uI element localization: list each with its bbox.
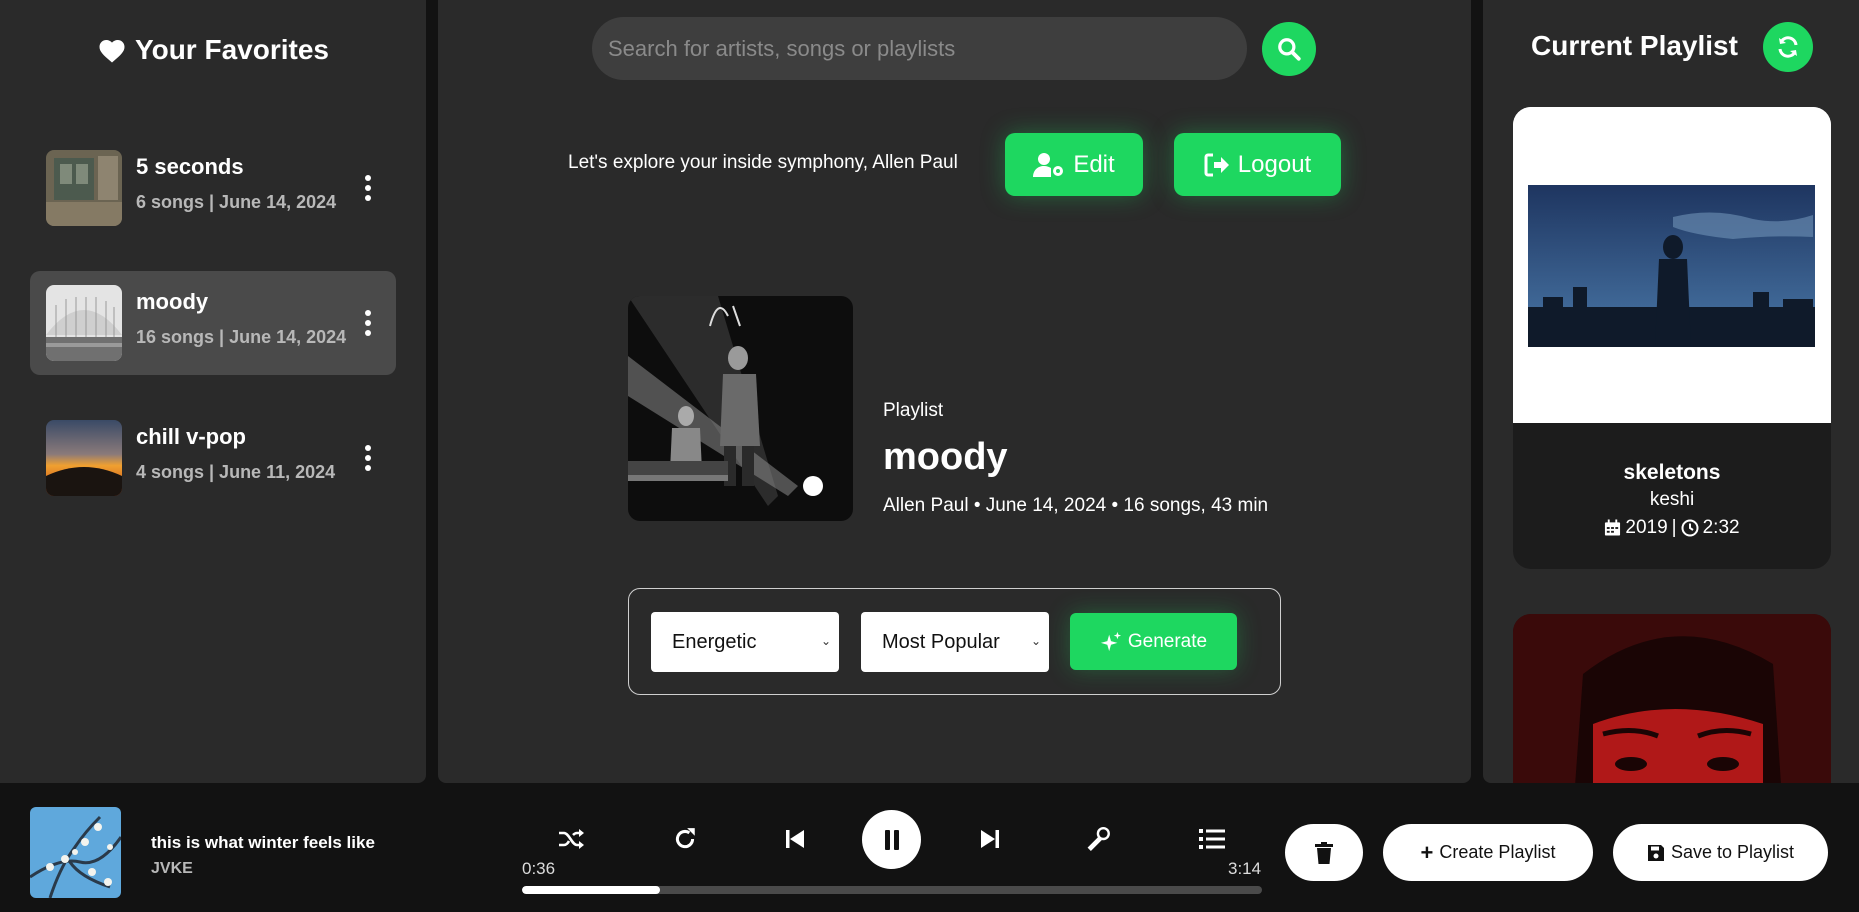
favorite-meta: 6 songs | June 14, 2024 [136, 192, 337, 212]
favorite-item-moody[interactable]: moody 16 songs | June 14, 2024 [30, 271, 396, 375]
favorite-meta: 16 songs | June 14, 2024 [136, 327, 347, 347]
search-icon [1278, 38, 1301, 61]
song-year: 2019 [1625, 517, 1668, 538]
trash-icon [1315, 841, 1333, 864]
queue-button[interactable] [1192, 819, 1232, 859]
edit-button[interactable]: Edit [1005, 133, 1143, 196]
song-duration: 2:32 [1702, 517, 1740, 538]
calendar-icon [1605, 519, 1621, 536]
more-options-icon[interactable] [358, 301, 378, 345]
playlist-thumbnail [46, 285, 122, 361]
total-time: 3:14 [1228, 859, 1262, 878]
search-input[interactable] [592, 17, 1247, 80]
favorite-name: moody [136, 289, 209, 314]
meta-separator: | [1671, 517, 1677, 538]
favorite-meta: 4 songs | June 11, 2024 [136, 462, 336, 482]
search-button[interactable] [1262, 22, 1316, 76]
generate-label: Generate [1127, 630, 1208, 652]
current-playlist-title: Current Playlist [1531, 30, 1738, 61]
more-options-icon[interactable] [358, 436, 378, 480]
song-card-image [1513, 614, 1831, 783]
refresh-button[interactable] [1763, 22, 1813, 72]
logout-icon [1204, 153, 1229, 176]
save-to-playlist-button[interactable]: Save to Playlist [1613, 824, 1828, 881]
song-meta: 2019 | 2:32 [1513, 517, 1831, 539]
mood-selected-value: Energetic [672, 630, 757, 653]
favorite-name: chill v-pop [136, 424, 246, 449]
pause-icon [884, 829, 899, 850]
song-card[interactable] [1513, 614, 1831, 783]
mood-select[interactable]: Energetic ⌄ [651, 612, 839, 672]
sparkle-icon [1100, 631, 1121, 651]
heart-icon [99, 40, 125, 63]
previous-button[interactable] [775, 819, 815, 859]
welcome-text: Let's explore your inside symphony, Alle… [568, 152, 958, 173]
delete-button[interactable] [1285, 824, 1363, 881]
logout-label: Logout [1237, 150, 1312, 178]
song-title: skeletons [1623, 461, 1721, 484]
sort-selected-value: Most Popular [882, 630, 1000, 653]
edit-label: Edit [1073, 150, 1115, 178]
elapsed-time: 0:36 [522, 859, 556, 878]
favorites-header: Your Favorites [0, 34, 426, 66]
clock-icon [1681, 519, 1699, 537]
playlist-info: Allen Paul • June 14, 2024 • 16 songs, 4… [883, 495, 1269, 516]
create-playlist-button[interactable]: + Create Playlist [1383, 824, 1593, 881]
now-playing-title: this is what winter feels like [151, 833, 375, 852]
favorite-item-5-seconds[interactable]: 5 seconds 6 songs | June 14, 2024 [30, 136, 396, 240]
logout-button[interactable]: Logout [1174, 133, 1341, 196]
favorite-name: 5 seconds [136, 154, 244, 179]
playlist-thumbnail [46, 420, 122, 496]
song-card-image [1513, 107, 1831, 423]
repeat-icon [675, 828, 695, 849]
microphone-icon [1087, 826, 1110, 851]
generator-box: Energetic ⌄ Most Popular ⌄ Generate [628, 588, 1281, 695]
song-card-info: skeletons keshi 2019 | 2:32 [1513, 423, 1831, 565]
plus-icon: + [1420, 839, 1434, 865]
user-gear-icon [1033, 152, 1064, 177]
create-playlist-label: Create Playlist [1439, 842, 1556, 862]
now-playing-thumbnail [30, 807, 121, 898]
shuffle-icon [559, 829, 584, 849]
playlist-thumbnail [46, 150, 122, 226]
progress-bar[interactable] [522, 886, 1262, 894]
favorite-item-chill-v-pop[interactable]: chill v-pop 4 songs | June 11, 2024 [30, 406, 396, 510]
save-to-playlist-label: Save to Playlist [1670, 842, 1795, 862]
refresh-icon [1778, 36, 1798, 58]
playlist-title: moody [883, 436, 1008, 478]
app-root: Your Favorites 5 seconds 6 songs | June … [0, 0, 1859, 912]
favorites-panel: Your Favorites 5 seconds 6 songs | June … [0, 0, 426, 783]
next-button[interactable] [970, 819, 1010, 859]
now-playing-artist: JVKE [151, 860, 193, 877]
lyrics-button[interactable] [1079, 819, 1119, 859]
chevron-down-icon: ⌄ [820, 634, 831, 648]
main-panel: Let's explore your inside symphony, Alle… [438, 0, 1471, 783]
chevron-down-icon: ⌄ [1030, 634, 1041, 648]
skip-back-icon [786, 830, 804, 848]
repeat-button[interactable] [665, 819, 705, 859]
current-playlist-panel: Current Playlist skeletons keshi 2019 | … [1483, 0, 1859, 783]
skip-forward-icon [981, 830, 999, 848]
pause-button[interactable] [862, 810, 921, 869]
playlist-type-label: Playlist [883, 400, 944, 421]
generate-button[interactable]: Generate [1070, 613, 1237, 670]
favorites-title: Your Favorites [135, 34, 329, 65]
player-bar: this is what winter feels like JVKE 0:36… [0, 783, 1859, 912]
shuffle-button[interactable] [551, 819, 591, 859]
more-options-icon[interactable] [358, 166, 378, 210]
playlist-cover [628, 296, 853, 521]
song-card[interactable]: skeletons keshi 2019 | 2:32 [1513, 107, 1831, 569]
progress-fill [522, 886, 660, 894]
sort-select[interactable]: Most Popular ⌄ [861, 612, 1049, 672]
song-artist: keshi [1649, 489, 1695, 510]
list-icon [1199, 829, 1225, 849]
save-icon [1647, 844, 1664, 861]
